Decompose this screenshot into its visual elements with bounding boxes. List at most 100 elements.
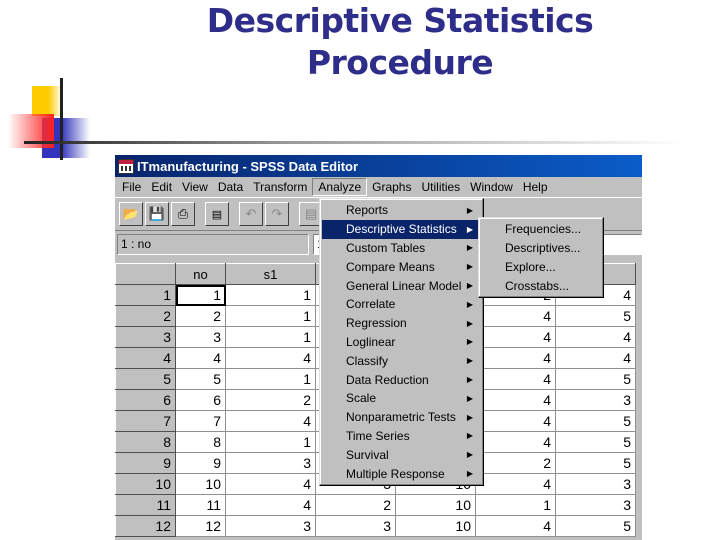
row-header[interactable]: 8 — [115, 431, 176, 453]
grid-cell[interactable]: 4 — [475, 473, 556, 495]
grid-cell[interactable]: 10 — [175, 473, 226, 495]
save-icon[interactable]: 💾 — [145, 202, 169, 226]
grid-cell[interactable]: 1 — [225, 431, 316, 453]
menu-view[interactable]: View — [177, 179, 213, 195]
grid-cell[interactable]: 4 — [555, 326, 636, 348]
menu-item-survival[interactable]: Survival ▶ — [322, 445, 481, 464]
grid-cell[interactable]: 4 — [475, 410, 556, 432]
submenu-item-explore[interactable]: Explore... — [481, 258, 601, 277]
grid-cell[interactable]: 3 — [225, 452, 316, 474]
grid-cell[interactable]: 1 — [175, 284, 226, 306]
print-icon[interactable]: ⎙ — [171, 202, 195, 226]
row-header[interactable]: 12 — [115, 515, 176, 537]
grid-cell[interactable]: 2 — [315, 494, 396, 516]
window-titlebar[interactable]: ITmanufacturing - SPSS Data Editor — [115, 155, 642, 177]
menu-help[interactable]: Help — [518, 179, 553, 195]
menu-item-nonparametric-tests[interactable]: Nonparametric Tests ▶ — [322, 408, 481, 427]
grid-cell[interactable]: 4 — [175, 347, 226, 369]
grid-cell[interactable]: 8 — [175, 431, 226, 453]
grid-cell[interactable]: 11 — [175, 494, 226, 516]
menu-item-compare-means[interactable]: Compare Means ▶ — [322, 257, 481, 276]
grid-cell[interactable]: 3 — [555, 473, 636, 495]
row-header[interactable]: 4 — [115, 347, 176, 369]
grid-cell[interactable]: 4 — [475, 515, 556, 537]
grid-cell[interactable]: 4 — [225, 473, 316, 495]
grid-cell[interactable]: 2 — [225, 389, 316, 411]
grid-cell[interactable]: 4 — [475, 389, 556, 411]
menu-item-classify[interactable]: Classify ▶ — [322, 351, 481, 370]
menu-window[interactable]: Window — [465, 179, 518, 195]
grid-cell[interactable]: 5 — [555, 410, 636, 432]
grid-cell[interactable]: 3 — [315, 515, 396, 537]
grid-cell[interactable]: 4 — [475, 431, 556, 453]
menu-item-data-reduction[interactable]: Data Reduction ▶ — [322, 370, 481, 389]
grid-cell[interactable]: 2 — [175, 305, 226, 327]
submenu-item-descriptives[interactable]: Descriptives... — [481, 239, 601, 258]
dialog-recall-icon[interactable]: ▤ — [205, 202, 229, 226]
grid-cell[interactable]: 4 — [225, 347, 316, 369]
grid-cell[interactable]: 5 — [555, 431, 636, 453]
menu-item-correlate[interactable]: Correlate ▶ — [322, 295, 481, 314]
grid-cell[interactable]: 1 — [225, 305, 316, 327]
menu-item-descriptive-statistics[interactable]: Descriptive Statistics ▶ — [322, 219, 481, 239]
grid-cell[interactable]: 4 — [225, 494, 316, 516]
grid-cell[interactable]: 4 — [475, 347, 556, 369]
grid-cell[interactable]: 4 — [555, 347, 636, 369]
menu-item-reports[interactable]: Reports ▶ — [322, 201, 481, 220]
row-header[interactable]: 11 — [115, 494, 176, 516]
row-header[interactable]: 2 — [115, 305, 176, 327]
menu-data[interactable]: Data — [213, 179, 248, 195]
grid-cell[interactable]: 10 — [395, 494, 476, 516]
row-header[interactable]: 1 — [115, 284, 176, 306]
menu-file[interactable]: File — [117, 179, 146, 195]
grid-cell[interactable]: 5 — [555, 305, 636, 327]
grid-cell[interactable]: 2 — [475, 452, 556, 474]
grid-cell[interactable]: 5 — [555, 515, 636, 537]
menu-item-time-series[interactable]: Time Series ▶ — [322, 427, 481, 446]
open-icon[interactable]: 📂 — [119, 202, 143, 226]
grid-cell[interactable]: 1 — [225, 368, 316, 390]
menu-utilities[interactable]: Utilities — [416, 179, 465, 195]
grid-cell[interactable]: 1 — [475, 494, 556, 516]
grid-cell[interactable]: 1 — [225, 326, 316, 348]
menu-item-regression[interactable]: Regression ▶ — [322, 314, 481, 333]
row-header[interactable]: 7 — [115, 410, 176, 432]
grid-corner[interactable] — [115, 263, 176, 285]
menu-graphs[interactable]: Graphs — [367, 179, 416, 195]
grid-cell[interactable]: 5 — [175, 368, 226, 390]
grid-cell[interactable]: 4 — [475, 368, 556, 390]
menu-item-loglinear[interactable]: Loglinear ▶ — [322, 333, 481, 352]
grid-cell[interactable]: 4 — [225, 410, 316, 432]
grid-cell[interactable]: 6 — [175, 389, 226, 411]
grid-cell[interactable]: 1 — [225, 284, 316, 306]
grid-cell[interactable]: 3 — [225, 515, 316, 537]
grid-cell[interactable]: 4 — [475, 326, 556, 348]
grid-cell[interactable]: 4 — [475, 305, 556, 327]
grid-cell[interactable]: 5 — [555, 368, 636, 390]
grid-cell[interactable]: 10 — [395, 515, 476, 537]
redo-icon[interactable]: ↷ — [265, 202, 289, 226]
menu-item-general-linear-model[interactable]: General Linear Model ▶ — [322, 276, 481, 295]
menu-analyze[interactable]: Analyze — [312, 178, 368, 196]
row-header[interactable]: 6 — [115, 389, 176, 411]
submenu-item-frequencies[interactable]: Frequencies... — [481, 220, 601, 239]
menu-item-custom-tables[interactable]: Custom Tables ▶ — [322, 239, 481, 258]
row-header[interactable]: 9 — [115, 452, 176, 474]
row-header[interactable]: 5 — [115, 368, 176, 390]
grid-cell[interactable]: 3 — [175, 326, 226, 348]
undo-icon[interactable]: ↶ — [239, 202, 263, 226]
menu-edit[interactable]: Edit — [146, 179, 177, 195]
menu-item-scale[interactable]: Scale ▶ — [322, 389, 481, 408]
grid-cell[interactable]: 5 — [555, 452, 636, 474]
grid-cell[interactable]: 3 — [555, 389, 636, 411]
row-header[interactable]: 3 — [115, 326, 176, 348]
column-header-no[interactable]: no — [175, 263, 226, 285]
grid-cell[interactable]: 9 — [175, 452, 226, 474]
grid-cell[interactable]: 3 — [555, 494, 636, 516]
grid-cell[interactable]: 12 — [175, 515, 226, 537]
menu-transform[interactable]: Transform — [248, 179, 312, 195]
menu-item-multiple-response[interactable]: Multiple Response ▶ — [322, 464, 481, 483]
grid-cell[interactable]: 7 — [175, 410, 226, 432]
submenu-item-crosstabs[interactable]: Crosstabs... — [481, 276, 601, 295]
column-header-s1[interactable]: s1 — [225, 263, 316, 285]
